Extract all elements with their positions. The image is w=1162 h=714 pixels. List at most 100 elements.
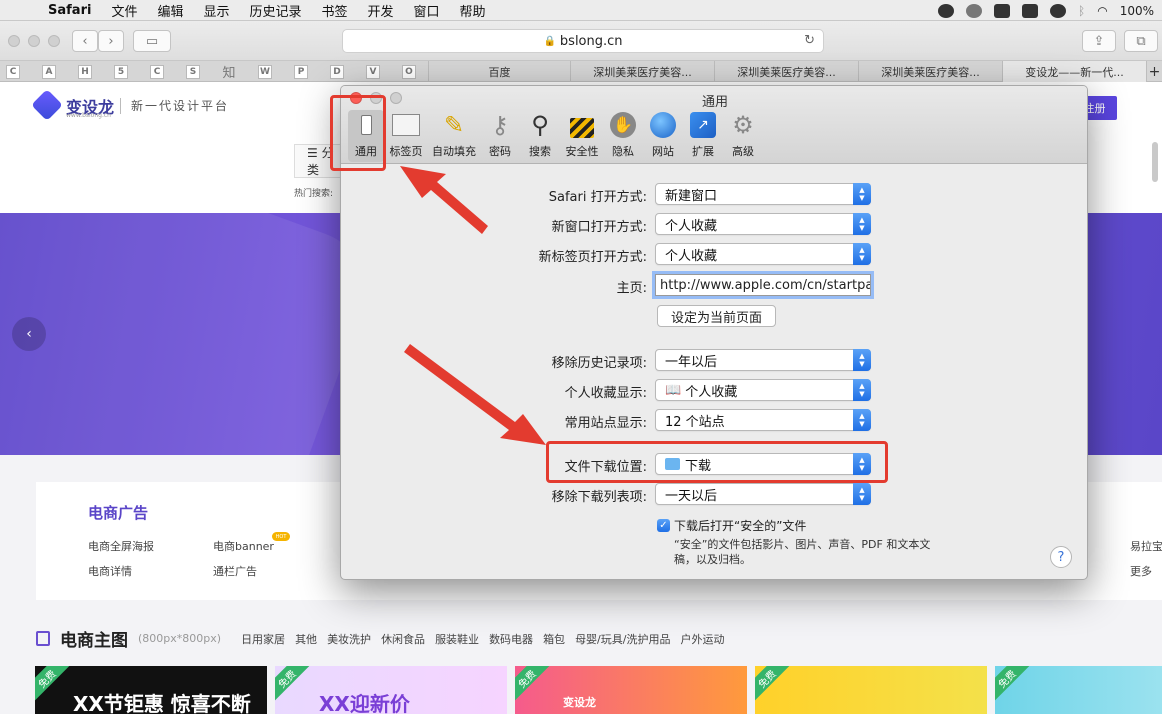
section-filter[interactable]: 户外运动 bbox=[680, 631, 724, 647]
remove-history-select[interactable]: 一年以后 ▲ ▼ bbox=[655, 349, 871, 371]
tab-autofill[interactable]: ✎ 自动填充 bbox=[428, 110, 480, 162]
gear-icon: ⚙ bbox=[732, 111, 754, 139]
tab-bar: C A H 5 C S 知 W P D V O 百度 深圳美莱医疗美容... 深… bbox=[0, 61, 1162, 82]
bookmark-favicon[interactable]: C bbox=[6, 64, 20, 79]
menu-extra-icon[interactable] bbox=[1022, 3, 1038, 18]
chevron-updown-icon: ▲ ▼ bbox=[853, 213, 871, 235]
menu-safari[interactable]: Safari bbox=[48, 3, 91, 18]
card-link[interactable]: 电商全屏海报 bbox=[88, 538, 154, 554]
help-button[interactable]: ? bbox=[1050, 546, 1072, 568]
preferences-window: 通用 通用 标签页 ✎ 自动填充 ⚷ 密码 ⚲ 搜索 安全性 ✋ 隐私 网站 ↗… bbox=[340, 85, 1088, 580]
close-window-button[interactable] bbox=[8, 35, 20, 47]
template-thumbnail[interactable]: 免费 XX节钜惠 惊喜不断 bbox=[35, 666, 267, 714]
minimize-window-button[interactable] bbox=[28, 35, 40, 47]
template-thumbnail[interactable]: 免费 XX迎新价 bbox=[275, 666, 507, 714]
section-title: 电商主图 bbox=[60, 631, 128, 651]
section-filter[interactable]: 休闲食品 bbox=[381, 631, 425, 647]
forward-button[interactable]: › bbox=[98, 30, 124, 52]
tab-tabs[interactable]: 标签页 bbox=[380, 110, 432, 162]
browser-toolbar: ‹ › ▭ 🔒 bslong.cn ↻ ⇪ ⧉ bbox=[0, 21, 1162, 61]
set-current-page-button[interactable]: 设定为当前页面 bbox=[657, 305, 776, 327]
creative-cloud-icon[interactable] bbox=[966, 3, 982, 18]
bookmark-favicon[interactable]: S bbox=[186, 64, 200, 79]
new-tab-button[interactable]: + bbox=[1146, 61, 1162, 82]
menu-view[interactable]: 显示 bbox=[203, 1, 229, 20]
menu-bookmarks[interactable]: 书签 bbox=[322, 1, 348, 20]
bookmark-favicon[interactable]: H bbox=[78, 64, 92, 79]
free-badge: 免费 bbox=[515, 666, 550, 702]
card-link[interactable]: 通栏广告 bbox=[213, 563, 257, 579]
open-safe-files-checkbox[interactable]: ✓ bbox=[657, 519, 670, 532]
sidebar-icon[interactable]: ▭ bbox=[133, 30, 171, 52]
section-filter[interactable]: 箱包 bbox=[543, 631, 565, 647]
section-size: (800px*800px) bbox=[138, 632, 222, 645]
bookmark-favicon[interactable]: P bbox=[294, 64, 308, 79]
tab-meilai-1[interactable]: 深圳美莱医疗美容... bbox=[570, 61, 714, 82]
bluetooth-icon[interactable]: ᛒ bbox=[1078, 4, 1085, 18]
section-filter[interactable]: 母婴/玩具/洗护用品 bbox=[575, 631, 670, 647]
thumbnail-text: XX迎新价 bbox=[319, 692, 410, 714]
tab-meilai-3[interactable]: 深圳美莱医疗美容... bbox=[858, 61, 1002, 82]
menu-file[interactable]: 文件 bbox=[111, 1, 137, 20]
wifi-icon[interactable]: ◠ bbox=[1097, 4, 1107, 18]
address-bar[interactable]: 🔒 bslong.cn ↻ bbox=[342, 29, 824, 53]
free-badge: 免费 bbox=[35, 666, 70, 702]
bookmark-favicon[interactable]: 知 bbox=[222, 65, 236, 81]
card-link[interactable]: 易拉宝 bbox=[1130, 538, 1162, 554]
menu-help[interactable]: 帮助 bbox=[460, 1, 486, 20]
favorites-select[interactable]: 📖 个人收藏 ▲ ▼ bbox=[655, 379, 871, 401]
status-app-icon[interactable] bbox=[938, 3, 954, 18]
tab-meilai-2[interactable]: 深圳美莱医疗美容... bbox=[714, 61, 858, 82]
template-thumbnail[interactable]: 免费 变设龙 bbox=[515, 666, 747, 714]
section-filter[interactable]: 数码电器 bbox=[489, 631, 533, 647]
section-filter[interactable]: 其他 bbox=[295, 631, 317, 647]
back-button[interactable]: ‹ bbox=[72, 30, 98, 52]
new-tab-select[interactable]: 个人收藏 ▲ ▼ bbox=[655, 243, 871, 265]
bookmark-favicon[interactable]: W bbox=[258, 64, 272, 79]
new-window-select[interactable]: 个人收藏 ▲ ▼ bbox=[655, 213, 871, 235]
remove-downloads-select[interactable]: 一天以后 ▲ ▼ bbox=[655, 483, 871, 505]
menu-edit[interactable]: 编辑 bbox=[157, 1, 183, 20]
tab-bianshelong[interactable]: 变设龙——新一代... bbox=[1002, 61, 1146, 82]
homepage-input[interactable]: http://www.apple.com/cn/startpage/ bbox=[655, 274, 871, 296]
stack-icon[interactable] bbox=[994, 3, 1010, 18]
open-safe-files-label[interactable]: 下载后打开“安全的”文件 bbox=[674, 517, 806, 534]
menu-window[interactable]: 窗口 bbox=[414, 1, 440, 20]
section-filter[interactable]: 美妆洗护 bbox=[327, 631, 371, 647]
template-thumbnail[interactable]: 免费 bbox=[995, 666, 1162, 714]
wechat-icon[interactable] bbox=[1050, 3, 1066, 18]
open-with-select[interactable]: 新建窗口 ▲ ▼ bbox=[655, 183, 871, 205]
card-link[interactable]: 电商banner bbox=[213, 538, 274, 554]
top-sites-label: 常用站点显示: bbox=[564, 416, 647, 431]
bookmark-favicon[interactable]: A bbox=[42, 64, 56, 79]
page-scrollbar[interactable] bbox=[1152, 142, 1158, 182]
menu-history[interactable]: 历史记录 bbox=[249, 1, 301, 20]
banner-prev-icon[interactable]: ‹ bbox=[12, 317, 46, 351]
chevron-updown-icon: ▲ ▼ bbox=[853, 243, 871, 265]
top-sites-select[interactable]: 12 个站点 ▲ ▼ bbox=[655, 409, 871, 431]
bookmark-favicon[interactable]: O bbox=[402, 64, 416, 79]
bookmark-favicon[interactable]: D bbox=[330, 64, 344, 79]
tabs-icon bbox=[391, 110, 421, 140]
address-text: bslong.cn bbox=[559, 33, 623, 49]
bookmark-favicon[interactable]: V bbox=[366, 64, 380, 79]
section-filter[interactable]: 日用家居 bbox=[241, 631, 285, 647]
tab-baidu[interactable]: 百度 bbox=[428, 61, 570, 82]
card-link[interactable]: 更多 bbox=[1130, 563, 1152, 579]
shopping-bag-icon bbox=[36, 631, 50, 646]
tabs-overview-icon[interactable]: ⧉ bbox=[1124, 30, 1158, 52]
card-title[interactable]: 电商广告 bbox=[88, 502, 148, 523]
reload-icon[interactable]: ↻ bbox=[804, 33, 815, 48]
logo-icon[interactable] bbox=[31, 89, 63, 121]
chevron-updown-icon: ▲ ▼ bbox=[853, 349, 871, 371]
chevron-updown-icon: ▲ ▼ bbox=[853, 379, 871, 401]
card-link[interactable]: 电商详情 bbox=[88, 563, 132, 579]
bookmark-favicon[interactable]: 5 bbox=[114, 64, 128, 79]
section-filter[interactable]: 服装鞋业 bbox=[435, 631, 479, 647]
bookmark-favicon[interactable]: C bbox=[150, 64, 164, 79]
share-icon[interactable]: ⇪ bbox=[1082, 30, 1116, 52]
menu-develop[interactable]: 开发 bbox=[368, 1, 394, 20]
tab-advanced[interactable]: ⚙ 高级 bbox=[717, 110, 769, 162]
template-thumbnail[interactable]: 免费 bbox=[755, 666, 987, 714]
zoom-window-button[interactable] bbox=[48, 35, 60, 47]
